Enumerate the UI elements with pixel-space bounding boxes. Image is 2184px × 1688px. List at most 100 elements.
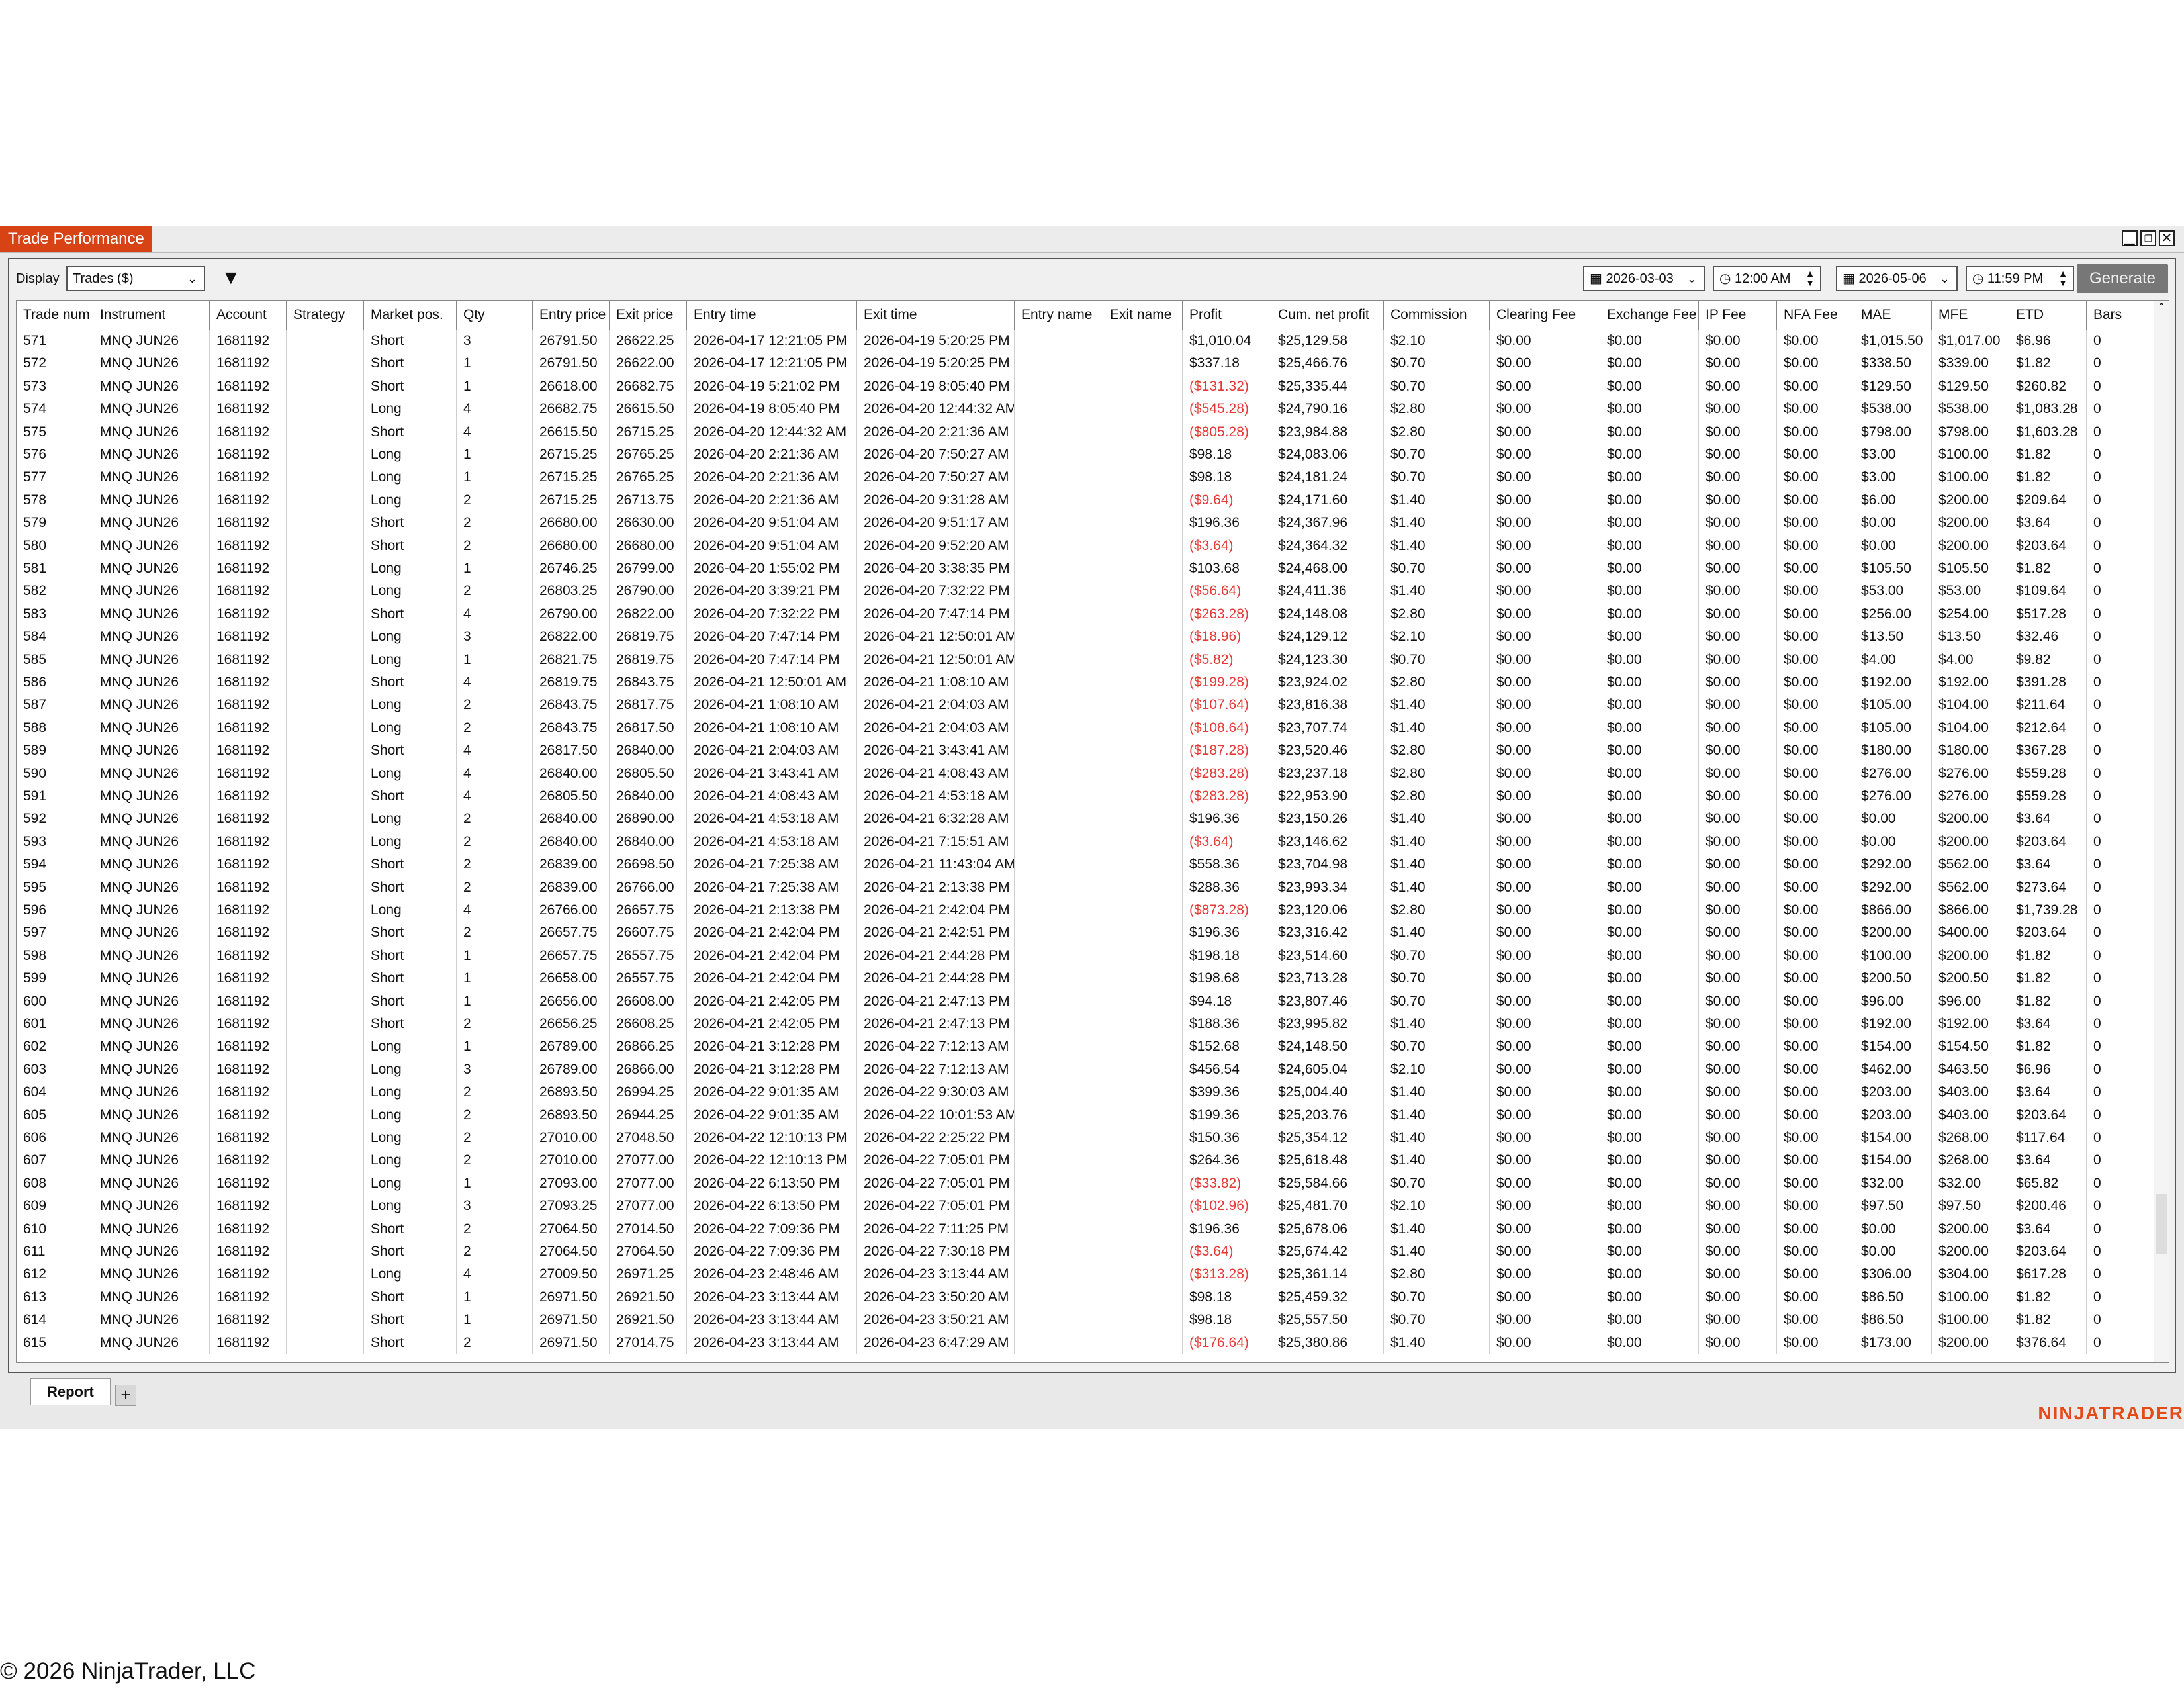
table-row[interactable]: 601 MNQ JUN26 1681192 Short 2 26656.25 26608.2… <box>17 1013 2169 1036</box>
table-row[interactable]: 592 MNQ JUN26 1681192 Long 2 26840.00 26890.00… <box>17 808 2169 831</box>
table-row[interactable]: 575 MNQ JUN26 1681192 Short 4 26615.50 26715.2… <box>17 420 2169 444</box>
table-row[interactable]: 599 MNQ JUN26 1681192 Short 1 26658.00 26557.7… <box>17 967 2169 990</box>
table-cell: 0 <box>2087 921 2154 945</box>
table-row[interactable]: 572 MNQ JUN26 1681192 Short 1 26791.50 26622.0… <box>17 352 2169 375</box>
table-row[interactable]: 574 MNQ JUN26 1681192 Long 4 26682.75 26615.50… <box>17 398 2169 421</box>
scroll-up-icon[interactable]: ⌃ <box>2154 301 2169 315</box>
column-header[interactable]: Bars <box>2087 301 2154 330</box>
end-date-picker[interactable]: ▦ 2026-05-06 ⌄ <box>1836 266 1958 291</box>
column-header[interactable]: IP Fee <box>1699 301 1777 330</box>
add-tab-button[interactable]: + <box>115 1385 136 1406</box>
table-cell: 2026-04-22 9:30:03 AM <box>857 1081 1015 1104</box>
start-date-picker[interactable]: ▦ 2026-03-03 ⌄ <box>1583 266 1705 291</box>
tab-report[interactable]: Report <box>30 1378 111 1405</box>
table-row[interactable]: 585 MNQ JUN26 1681192 Long 1 26821.75 26819.75… <box>17 648 2169 671</box>
minimize-icon[interactable]: ▁ <box>2122 230 2138 246</box>
table-row[interactable]: 590 MNQ JUN26 1681192 Long 4 26840.00 26805.50… <box>17 762 2169 785</box>
table-row[interactable]: 571 MNQ JUN26 1681192 Short 3 26791.50 26622.2… <box>17 330 2169 353</box>
table-row[interactable]: 577 MNQ JUN26 1681192 Long 1 26715.25 26765.25… <box>17 466 2169 489</box>
table-row[interactable]: 614 MNQ JUN26 1681192 Short 1 26971.50 26921.5… <box>17 1309 2169 1332</box>
table-cell: $24,364.32 <box>1271 534 1384 557</box>
column-header[interactable]: Instrument <box>93 301 210 330</box>
table-row[interactable]: 606 MNQ JUN26 1681192 Long 2 27010.00 27048.50… <box>17 1127 2169 1150</box>
table-row[interactable]: 604 MNQ JUN26 1681192 Long 2 26893.50 26994.25… <box>17 1081 2169 1104</box>
column-header[interactable]: MAE <box>1854 301 1932 330</box>
table-cell: $1.40 <box>1384 1081 1490 1104</box>
table-row[interactable]: 591 MNQ JUN26 1681192 Short 4 26805.50 26840.0… <box>17 785 2169 808</box>
table-cell: 615 <box>17 1331 93 1354</box>
column-header[interactable]: Exchange Fee <box>1600 301 1699 330</box>
filter-icon[interactable]: ▼ <box>221 267 241 289</box>
table-cell: $306.00 <box>1854 1263 1932 1286</box>
table-cell: 26790.00 <box>610 580 687 603</box>
column-header[interactable]: Profit <box>1183 301 1271 330</box>
column-header[interactable]: Qty <box>457 301 533 330</box>
table-row[interactable]: 589 MNQ JUN26 1681192 Short 4 26817.50 26840.0… <box>17 739 2169 763</box>
table-row[interactable]: 576 MNQ JUN26 1681192 Long 1 26715.25 26765.25… <box>17 444 2169 467</box>
table-row[interactable]: 600 MNQ JUN26 1681192 Short 1 26656.00 26608.0… <box>17 990 2169 1013</box>
table-row[interactable]: 583 MNQ JUN26 1681192 Short 4 26790.00 26822.0… <box>17 602 2169 626</box>
column-header[interactable]: ETD <box>2009 301 2087 330</box>
column-header[interactable]: Account <box>210 301 287 330</box>
column-header[interactable]: Entry time <box>687 301 857 330</box>
column-header[interactable]: Exit time <box>857 301 1015 330</box>
table-row[interactable]: 578 MNQ JUN26 1681192 Long 2 26715.25 26713.75… <box>17 489 2169 512</box>
table-row[interactable]: 613 MNQ JUN26 1681192 Short 1 26971.50 26921.5… <box>17 1286 2169 1309</box>
table-row[interactable]: 596 MNQ JUN26 1681192 Long 4 26766.00 26657.75… <box>17 899 2169 922</box>
table-row[interactable]: 582 MNQ JUN26 1681192 Long 2 26803.25 26790.00… <box>17 580 2169 603</box>
column-header[interactable]: Entry name <box>1015 301 1103 330</box>
table-row[interactable]: 594 MNQ JUN26 1681192 Short 2 26839.00 26698.5… <box>17 853 2169 876</box>
column-header[interactable]: Exit name <box>1103 301 1183 330</box>
table-cell: $98.18 <box>1183 444 1271 467</box>
table-row[interactable]: 612 MNQ JUN26 1681192 Long 4 27009.50 26971.25… <box>17 1263 2169 1286</box>
display-select[interactable]: Trades ($) ⌄ <box>66 266 205 291</box>
table-row[interactable]: 607 MNQ JUN26 1681192 Long 2 27010.00 27077.00… <box>17 1149 2169 1172</box>
column-header[interactable]: Exit price <box>610 301 687 330</box>
spinner-icon[interactable]: ▲ ▼ <box>1805 269 1815 287</box>
table-cell: MNQ JUN26 <box>93 808 210 831</box>
table-cell: $86.50 <box>1854 1309 1932 1332</box>
column-header[interactable]: NFA Fee <box>1777 301 1854 330</box>
table-cell: 27010.00 <box>533 1127 610 1150</box>
scroll-thumb[interactable] <box>2156 1194 2167 1254</box>
start-time-picker[interactable]: ◷ 12:00 AM ▲ ▼ <box>1713 266 1821 291</box>
spinner-icon[interactable]: ▲ ▼ <box>2058 269 2068 287</box>
column-header[interactable]: Clearing Fee <box>1490 301 1600 330</box>
table-cell: 27064.50 <box>610 1241 687 1264</box>
close-icon[interactable]: ✕ <box>2159 230 2175 246</box>
table-row[interactable]: 611 MNQ JUN26 1681192 Short 2 27064.50 27064.5… <box>17 1241 2169 1264</box>
trades-grid[interactable]: Trade num Instrument Account Strategy Market… <box>16 300 2169 1363</box>
column-header[interactable]: Trade num <box>17 301 93 330</box>
table-row[interactable]: 602 MNQ JUN26 1681192 Long 1 26789.00 26866.25… <box>17 1035 2169 1058</box>
table-row[interactable]: 598 MNQ JUN26 1681192 Short 1 26657.75 26557.7… <box>17 944 2169 968</box>
column-header[interactable]: MFE <box>1932 301 2009 330</box>
end-time-picker[interactable]: ◷ 11:59 PM ▲ ▼ <box>1966 266 2074 291</box>
title-bar[interactable]: Trade Performance ▁ ❐ ✕ <box>0 226 2184 253</box>
table-row[interactable]: 597 MNQ JUN26 1681192 Short 2 26657.75 26607.7… <box>17 921 2169 945</box>
vertical-scrollbar[interactable]: ⌃ <box>2154 301 2169 1362</box>
table-row[interactable]: 615 MNQ JUN26 1681192 Short 2 26971.50 27014.7… <box>17 1331 2169 1354</box>
table-row[interactable]: 573 MNQ JUN26 1681192 Short 1 26618.00 26682.7… <box>17 375 2169 399</box>
table-row[interactable]: 608 MNQ JUN26 1681192 Long 1 27093.00 27077.00… <box>17 1172 2169 1196</box>
generate-button[interactable]: Generate <box>2077 264 2168 293</box>
table-row[interactable]: 609 MNQ JUN26 1681192 Long 3 27093.25 27077.00… <box>17 1195 2169 1218</box>
table-row[interactable]: 586 MNQ JUN26 1681192 Short 4 26819.75 26843.7… <box>17 671 2169 694</box>
table-row[interactable]: 588 MNQ JUN26 1681192 Long 2 26843.75 26817.50… <box>17 716 2169 740</box>
table-row[interactable]: 610 MNQ JUN26 1681192 Short 2 27064.50 27014.5… <box>17 1217 2169 1241</box>
column-header[interactable]: Commission <box>1384 301 1490 330</box>
table-row[interactable]: 603 MNQ JUN26 1681192 Long 3 26789.00 26866.00… <box>17 1058 2169 1082</box>
table-row[interactable]: 587 MNQ JUN26 1681192 Long 2 26843.75 26817.75… <box>17 694 2169 717</box>
restore-icon[interactable]: ❐ <box>2140 230 2156 246</box>
column-header[interactable]: Strategy <box>287 301 364 330</box>
table-cell: 26921.50 <box>610 1286 687 1309</box>
column-header[interactable]: Cum. net profit <box>1271 301 1384 330</box>
column-header[interactable]: Entry price <box>533 301 610 330</box>
column-header[interactable]: Market pos. <box>364 301 457 330</box>
table-row[interactable]: 595 MNQ JUN26 1681192 Short 2 26839.00 26766.0… <box>17 876 2169 899</box>
table-row[interactable]: 605 MNQ JUN26 1681192 Long 2 26893.50 26944.25… <box>17 1103 2169 1127</box>
table-row[interactable]: 584 MNQ JUN26 1681192 Long 3 26822.00 26819.75… <box>17 626 2169 649</box>
table-row[interactable]: 581 MNQ JUN26 1681192 Long 1 26746.25 26799.00… <box>17 557 2169 581</box>
table-row[interactable]: 579 MNQ JUN26 1681192 Short 2 26680.00 26630.0… <box>17 512 2169 535</box>
table-row[interactable]: 593 MNQ JUN26 1681192 Long 2 26840.00 26840.00… <box>17 830 2169 854</box>
table-row[interactable]: 580 MNQ JUN26 1681192 Short 2 26680.00 26680.0… <box>17 534 2169 557</box>
